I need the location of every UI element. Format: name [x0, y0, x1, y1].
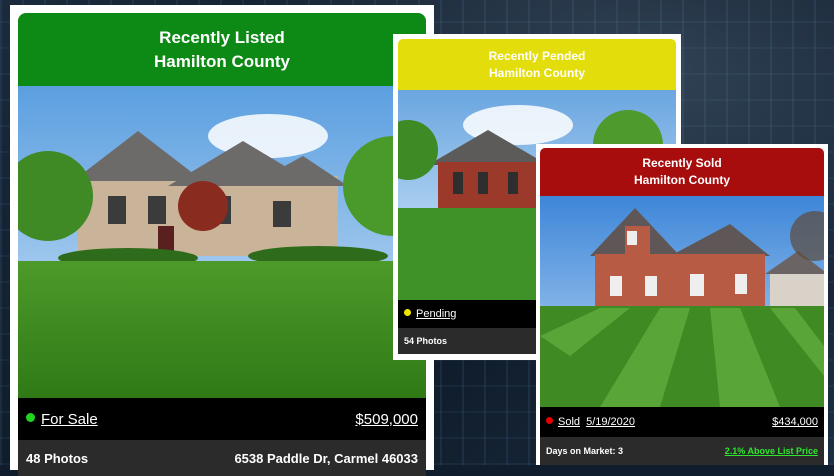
card-header: Recently Listed Hamilton County — [18, 13, 426, 86]
card-subtitle: Hamilton County — [489, 65, 585, 80]
status-label: Sold — [558, 416, 581, 428]
price[interactable]: $509,000 — [355, 411, 418, 428]
status-dot-icon — [546, 417, 553, 424]
card-title: Recently Sold — [642, 156, 722, 170]
listing-card-recently-sold[interactable]: Recently Sold Hamilton County Sold 5/19/… — [536, 144, 828, 465]
info-bar: Days on Market: 3 2.1% Above List Price — [540, 437, 824, 465]
status-bar: Sold 5/19/2020 $434,000 — [540, 407, 824, 437]
status-label: Pending — [416, 308, 457, 320]
status-label: For Sale — [41, 410, 98, 428]
card-header: Recently Sold Hamilton County — [540, 148, 824, 196]
address[interactable]: 6538 Paddle Dr, Carmel 46033 — [234, 451, 418, 466]
photo-count[interactable]: 48 Photos — [26, 451, 88, 466]
status-dot-icon — [26, 412, 35, 422]
listing-photo[interactable] — [18, 86, 426, 398]
card-subtitle: Hamilton County — [634, 173, 730, 187]
listing-photo[interactable] — [540, 196, 824, 407]
card-header: Recently Pended Hamilton County — [398, 39, 676, 90]
status-dot-icon — [404, 309, 411, 316]
card-title: Recently Pended — [488, 48, 586, 63]
price[interactable]: $434,000 — [772, 416, 818, 428]
photo-count[interactable]: 54 Photos — [404, 336, 447, 346]
status-bar: For Sale $509,000 — [18, 398, 426, 440]
card-subtitle: Hamilton County — [154, 51, 290, 71]
card-title: Recently Listed — [159, 27, 285, 47]
above-list-price[interactable]: 2.1% Above List Price — [725, 446, 818, 456]
sold-date: 5/19/2020 — [586, 416, 636, 428]
days-on-market: Days on Market: 3 — [546, 446, 624, 456]
info-bar: 48 Photos 6538 Paddle Dr, Carmel 46033 — [18, 440, 426, 476]
status-link[interactable]: Sold 5/19/2020 — [546, 416, 635, 428]
status-link[interactable]: For Sale — [26, 411, 98, 428]
listing-card-recently-listed[interactable]: Recently Listed Hamilton County For Sale… — [10, 5, 434, 476]
status-link[interactable]: Pending — [404, 308, 456, 320]
